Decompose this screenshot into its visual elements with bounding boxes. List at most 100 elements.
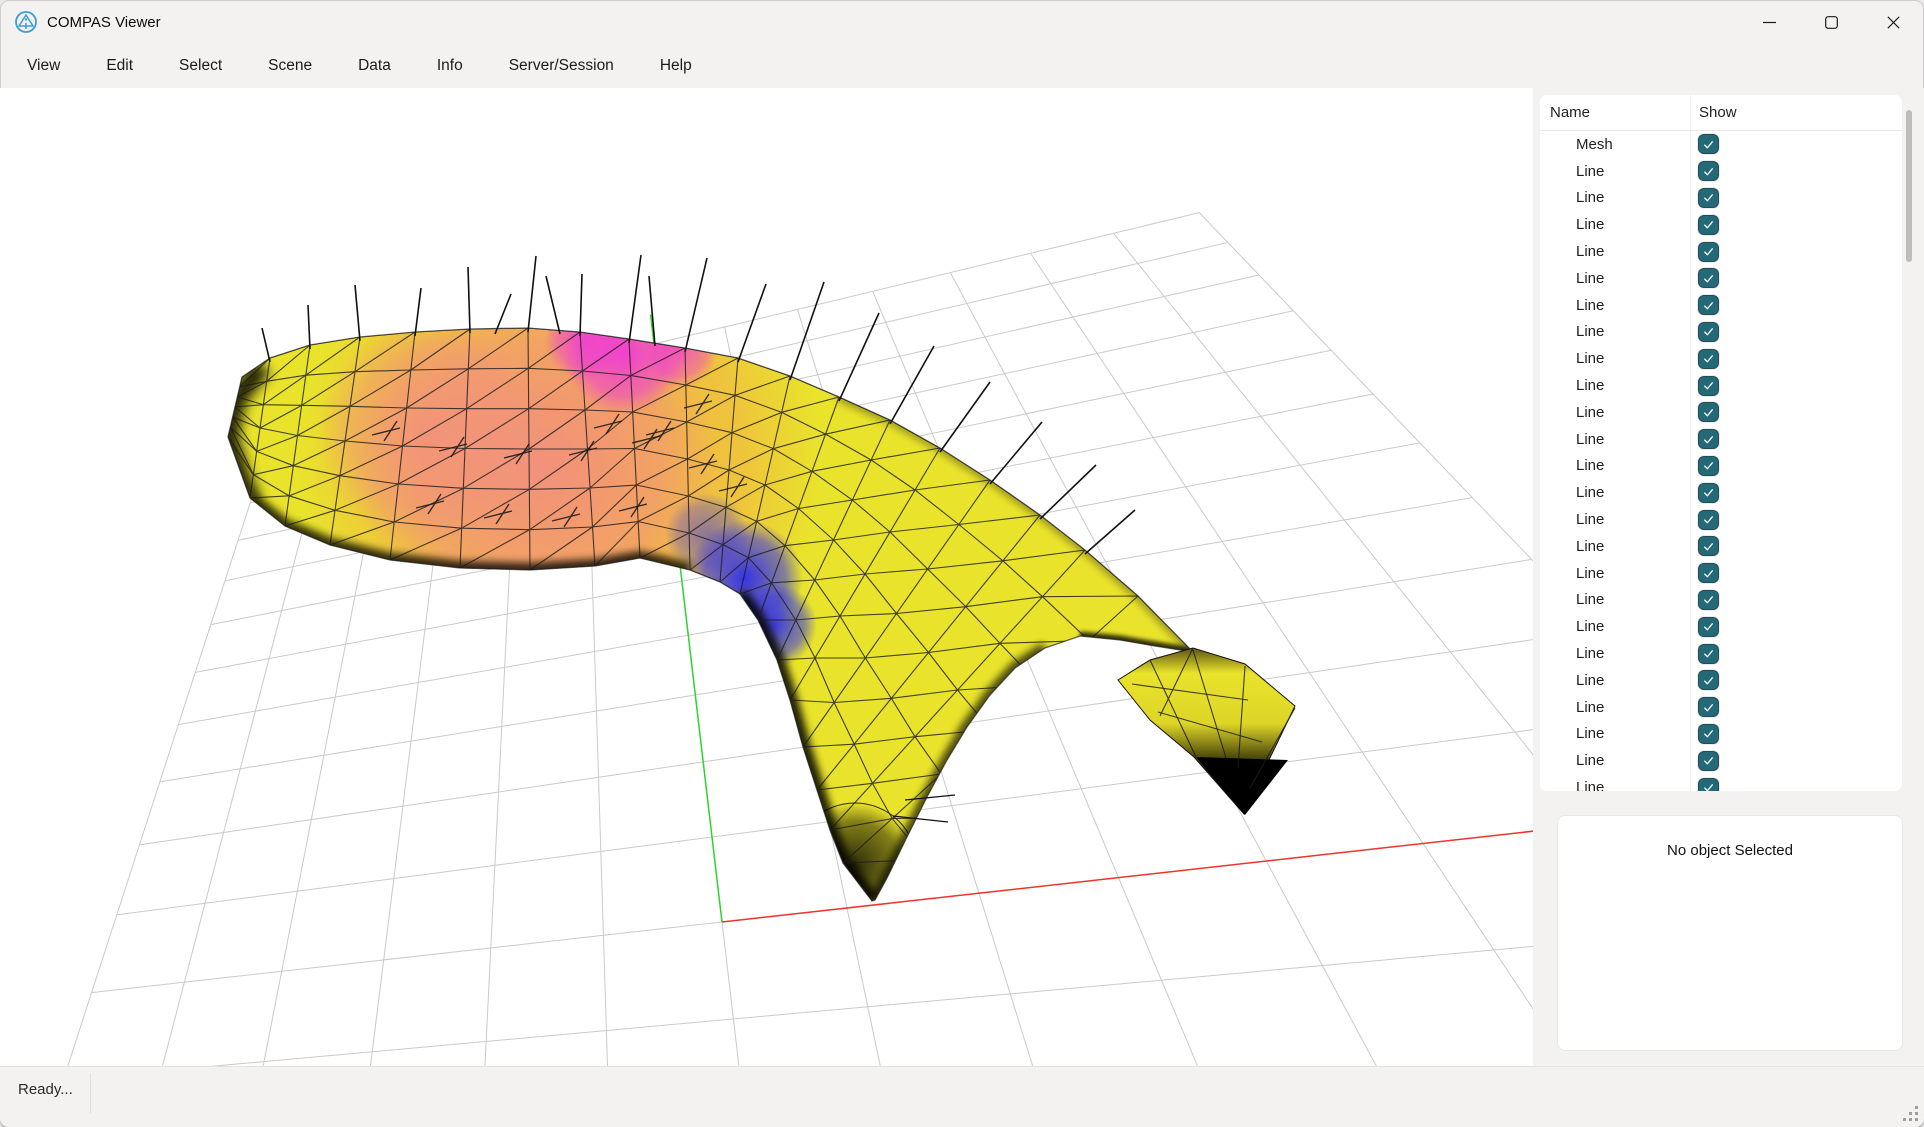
visibility-checkbox[interactable] [1698, 724, 1719, 744]
minimize-button[interactable] [1738, 0, 1800, 44]
menu-item-view[interactable]: View [4, 44, 83, 88]
visibility-checkbox[interactable] [1698, 134, 1719, 154]
viewport-3d[interactable] [0, 88, 1533, 1067]
checkmark-icon [1702, 701, 1715, 714]
menu-item-help[interactable]: Help [637, 44, 715, 88]
tree-row-line[interactable]: Line [1540, 319, 1902, 346]
visibility-checkbox[interactable] [1698, 751, 1719, 771]
visibility-checkbox[interactable] [1698, 429, 1719, 449]
tree-row-line[interactable]: Line [1540, 158, 1902, 185]
compas-logo-icon [14, 10, 38, 34]
checkmark-icon [1702, 513, 1715, 526]
tree-row-line[interactable]: Line [1540, 747, 1902, 774]
checkmark-icon [1702, 540, 1715, 553]
checkmark-icon [1702, 218, 1715, 231]
tree-row-line[interactable]: Line [1540, 533, 1902, 560]
tree-row-line[interactable]: Line [1540, 292, 1902, 319]
tree-row-line[interactable]: Line [1540, 372, 1902, 399]
tree-row-line[interactable]: Line [1540, 185, 1902, 212]
menu-item-info[interactable]: Info [414, 44, 486, 88]
tree-row-line[interactable]: Line [1540, 399, 1902, 426]
tree-row-line[interactable]: Line [1540, 506, 1902, 533]
show-cell [1690, 533, 1902, 560]
checkmark-icon [1702, 459, 1715, 472]
tree-row-line[interactable]: Line [1540, 640, 1902, 667]
show-cell [1690, 506, 1902, 533]
tree-item-label: Line [1540, 350, 1690, 367]
menu-item-scene[interactable]: Scene [245, 44, 335, 88]
checkmark-icon [1702, 647, 1715, 660]
visibility-checkbox[interactable] [1698, 483, 1719, 503]
tree-item-label: Line [1540, 243, 1690, 260]
checkmark-icon [1702, 272, 1715, 285]
tree-row-line[interactable]: Line [1540, 560, 1902, 587]
tree-item-label: Line [1540, 297, 1690, 314]
titlebar[interactable]: COMPAS Viewer [0, 0, 1924, 44]
tree-row-line[interactable]: Line [1540, 426, 1902, 453]
show-cell [1690, 747, 1902, 774]
close-button[interactable] [1862, 0, 1924, 44]
show-cell [1690, 453, 1902, 480]
visibility-checkbox[interactable] [1698, 536, 1719, 556]
tree-row-line[interactable]: Line [1540, 479, 1902, 506]
visibility-checkbox[interactable] [1698, 242, 1719, 262]
checkmark-icon [1702, 138, 1715, 151]
visibility-checkbox[interactable] [1698, 188, 1719, 208]
tree-row-mesh[interactable]: Mesh [1540, 131, 1902, 158]
show-cell [1690, 345, 1902, 372]
visibility-checkbox[interactable] [1698, 268, 1719, 288]
menu-item-edit[interactable]: Edit [83, 44, 156, 88]
tree-scrollbar-thumb[interactable] [1906, 110, 1912, 262]
tree-row-line[interactable]: Line [1540, 667, 1902, 694]
visibility-checkbox[interactable] [1698, 510, 1719, 530]
visibility-checkbox[interactable] [1698, 402, 1719, 422]
visibility-checkbox[interactable] [1698, 644, 1719, 664]
tree-item-label: Line [1540, 565, 1690, 582]
tree-row-line[interactable]: Line [1540, 453, 1902, 480]
menu-item-server-session[interactable]: Server/Session [486, 44, 637, 88]
show-cell [1690, 721, 1902, 748]
visibility-checkbox[interactable] [1698, 295, 1719, 315]
menu-bar: ViewEditSelectSceneDataInfoServer/Sessio… [0, 44, 1924, 88]
tree-row-line[interactable]: Line [1540, 211, 1902, 238]
tree-row-line[interactable]: Line [1540, 694, 1902, 721]
tree-row-line[interactable]: Line [1540, 721, 1902, 748]
tree-row-line[interactable]: Line [1540, 587, 1902, 614]
checkmark-icon [1702, 754, 1715, 767]
tree-item-label: Line [1540, 511, 1690, 528]
tree-item-label: Line [1540, 163, 1690, 180]
tree-row-line[interactable]: Line [1540, 265, 1902, 292]
visibility-checkbox[interactable] [1698, 697, 1719, 717]
checkmark-icon [1702, 325, 1715, 338]
tree-item-label: Line [1540, 672, 1690, 689]
tree-row-line[interactable]: Line [1540, 613, 1902, 640]
status-separator [90, 1073, 91, 1113]
visibility-checkbox[interactable] [1698, 456, 1719, 476]
menu-item-select[interactable]: Select [156, 44, 245, 88]
checkmark-icon [1702, 352, 1715, 365]
tree-item-label: Line [1540, 725, 1690, 742]
column-header-name: Name [1540, 104, 1690, 121]
visibility-checkbox[interactable] [1698, 349, 1719, 369]
checkmark-icon [1702, 165, 1715, 178]
show-cell [1690, 613, 1902, 640]
tree-row-line[interactable]: Line [1540, 345, 1902, 372]
maximize-button[interactable] [1800, 0, 1862, 44]
checkmark-icon [1702, 674, 1715, 687]
visibility-checkbox[interactable] [1698, 670, 1719, 690]
resize-grip-icon[interactable] [1900, 1103, 1918, 1121]
visibility-checkbox[interactable] [1698, 590, 1719, 610]
visibility-checkbox[interactable] [1698, 376, 1719, 396]
tree-item-label: Line [1540, 752, 1690, 769]
visibility-checkbox[interactable] [1698, 617, 1719, 637]
visibility-checkbox[interactable] [1698, 161, 1719, 181]
menu-item-data[interactable]: Data [335, 44, 414, 88]
tree-row-line[interactable]: Line [1540, 774, 1902, 791]
tree-item-label: Line [1540, 699, 1690, 716]
show-cell [1690, 185, 1902, 212]
tree-row-line[interactable]: Line [1540, 238, 1902, 265]
visibility-checkbox[interactable] [1698, 778, 1719, 791]
visibility-checkbox[interactable] [1698, 563, 1719, 583]
visibility-checkbox[interactable] [1698, 215, 1719, 235]
visibility-checkbox[interactable] [1698, 322, 1719, 342]
